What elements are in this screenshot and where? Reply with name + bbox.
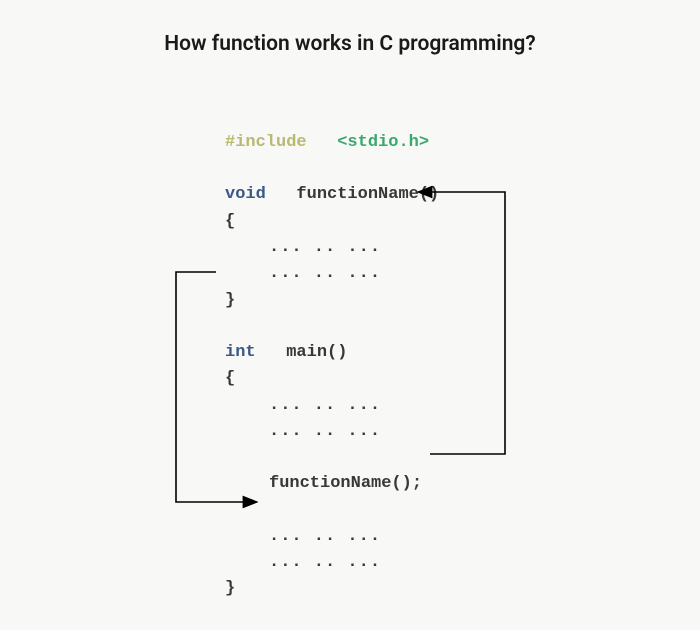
void-keyword: void [225,185,266,204]
code-line-fn-call: functionName(); [225,471,439,497]
function-declaration: functionName() [296,185,439,204]
code-line-body-2: ... .. ... [225,261,439,287]
code-line-open-brace-2: { [225,366,439,392]
code-line-main-body-2: ... .. ... [225,419,439,445]
main-declaration: main() [286,343,347,362]
code-line-main-body-1: ... .. ... [225,393,439,419]
code-line-main-body-3: ... .. ... [225,524,439,550]
int-keyword: int [225,343,256,362]
include-header: <stdio.h> [337,133,429,152]
code-line-body-1: ... .. ... [225,235,439,261]
code-line-open-brace-1: { [225,209,439,235]
page-title: How function works in C programming? [0,32,700,56]
code-line-fn-decl: void functionName() [225,182,439,208]
code-line-main-decl: int main() [225,340,439,366]
code-line-close-brace-1: } [225,288,439,314]
code-block: #include <stdio.h> void functionName() {… [225,130,439,603]
code-line-main-body-4: ... .. ... [225,550,439,576]
include-directive: #include [225,133,307,152]
code-line-close-brace-3: } [225,576,439,602]
code-line-include: #include <stdio.h> [225,130,439,156]
